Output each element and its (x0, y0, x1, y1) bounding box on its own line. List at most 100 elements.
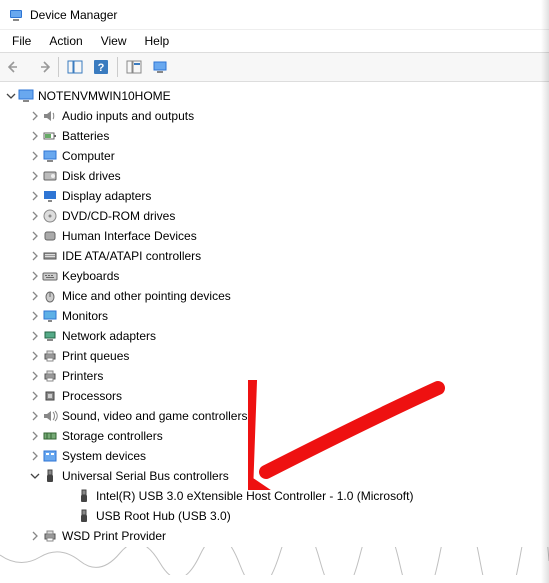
tree-node-label: WSD Print Provider (62, 529, 174, 543)
tree-category-node[interactable]: Display adapters (0, 186, 549, 206)
tree-category-node[interactable]: Printers (0, 366, 549, 386)
expander-icon[interactable] (28, 389, 42, 403)
tree-category-node[interactable]: Print queues (0, 346, 549, 366)
tree-device-node[interactable]: USB Root Hub (USB 3.0) (0, 506, 549, 526)
tree-category-node[interactable]: Monitors (0, 306, 549, 326)
menu-action[interactable]: Action (41, 32, 90, 50)
expander-icon[interactable] (28, 469, 42, 483)
expander-icon[interactable] (28, 349, 42, 363)
usb-icon (76, 508, 92, 524)
expander-icon[interactable] (28, 169, 42, 183)
tree-node-label: Storage controllers (62, 429, 171, 443)
tree-node-label: Human Interface Devices (62, 229, 205, 243)
ide-icon (42, 248, 58, 264)
usb-icon (42, 468, 58, 484)
tree-category-node[interactable]: Batteries (0, 126, 549, 146)
tree-category-node[interactable]: Processors (0, 386, 549, 406)
menu-help[interactable]: Help (137, 32, 178, 50)
tree-category-node[interactable]: Keyboards (0, 266, 549, 286)
tree-category-node[interactable]: Universal Serial Bus controllers (0, 466, 549, 486)
expander-icon[interactable] (28, 529, 42, 543)
tree-category-node[interactable]: Audio inputs and outputs (0, 106, 549, 126)
menubar: File Action View Help (0, 30, 549, 52)
display-icon (42, 188, 58, 204)
expander-icon[interactable] (28, 229, 42, 243)
expander-icon[interactable] (28, 189, 42, 203)
expander-icon[interactable] (28, 149, 42, 163)
expander-icon[interactable] (28, 109, 42, 123)
tree-category-node[interactable]: Network adapters (0, 326, 549, 346)
computer-icon (42, 148, 58, 164)
expander-icon[interactable] (28, 309, 42, 323)
tree-category-node[interactable]: Storage controllers (0, 426, 549, 446)
speaker-icon (42, 108, 58, 124)
tree-category-node[interactable]: Mice and other pointing devices (0, 286, 549, 306)
expander-icon[interactable] (28, 449, 42, 463)
expander-icon[interactable] (28, 129, 42, 143)
scan-hardware-button[interactable] (122, 55, 146, 79)
tree-category-node[interactable]: WSD Print Provider (0, 526, 549, 546)
printer-icon (42, 368, 58, 384)
battery-icon (42, 128, 58, 144)
show-hide-tree-button[interactable] (63, 55, 87, 79)
tree-node-label: System devices (62, 449, 154, 463)
forward-button[interactable] (30, 55, 54, 79)
cpu-icon (42, 388, 58, 404)
torn-edge (0, 547, 549, 575)
tree-node-label: Intel(R) USB 3.0 eXtensible Host Control… (96, 489, 421, 503)
window-title: Device Manager (30, 8, 117, 22)
expander-icon[interactable] (62, 489, 76, 503)
toolbar-separator (117, 57, 118, 77)
tree-category-node[interactable]: IDE ATA/ATAPI controllers (0, 246, 549, 266)
menu-file[interactable]: File (4, 32, 39, 50)
tree-node-label: Printers (62, 369, 111, 383)
tree-category-node[interactable]: Sound, video and game controllers (0, 406, 549, 426)
expander-icon[interactable] (62, 509, 76, 523)
tree-device-node[interactable]: Intel(R) USB 3.0 eXtensible Host Control… (0, 486, 549, 506)
storage-icon (42, 428, 58, 444)
mouse-icon (42, 288, 58, 304)
tree-node-label: Batteries (62, 129, 117, 143)
expander-icon[interactable] (28, 209, 42, 223)
usb-icon (76, 488, 92, 504)
titlebar: Device Manager (0, 0, 549, 30)
expander-icon[interactable] (28, 269, 42, 283)
expander-icon[interactable] (28, 409, 42, 423)
disc-icon (42, 208, 58, 224)
device-manager-window: Device Manager File Action View Help ? N… (0, 0, 549, 583)
tree-category-node[interactable]: System devices (0, 446, 549, 466)
tree-node-label: Disk drives (62, 169, 129, 183)
printqueue-icon (42, 348, 58, 364)
device-tree[interactable]: NOTENVMWIN10HOME Audio inputs and outputs… (0, 82, 549, 583)
printer-icon (42, 528, 58, 544)
disk-icon (42, 168, 58, 184)
expander-icon[interactable] (28, 249, 42, 263)
tree-node-label: IDE ATA/ATAPI controllers (62, 249, 209, 263)
tree-root-node[interactable]: NOTENVMWIN10HOME (0, 86, 549, 106)
properties-button[interactable] (148, 55, 172, 79)
tree-node-label: Print queues (62, 349, 137, 363)
expander-icon[interactable] (28, 429, 42, 443)
menu-view[interactable]: View (93, 32, 135, 50)
tree-category-node[interactable]: Disk drives (0, 166, 549, 186)
tree-category-node[interactable]: Computer (0, 146, 549, 166)
tree-node-label: Keyboards (62, 269, 127, 283)
expander-icon[interactable] (4, 89, 18, 103)
tree-category-node[interactable]: Human Interface Devices (0, 226, 549, 246)
expander-icon[interactable] (28, 369, 42, 383)
tree-node-label: NOTENVMWIN10HOME (38, 89, 179, 103)
expander-icon[interactable] (28, 289, 42, 303)
help-button[interactable]: ? (89, 55, 113, 79)
tree-node-label: Computer (62, 149, 123, 163)
toolbar: ? (0, 52, 549, 82)
expander-icon[interactable] (28, 329, 42, 343)
tree-node-label: Monitors (62, 309, 116, 323)
back-button[interactable] (4, 55, 28, 79)
tree-category-node[interactable]: DVD/CD-ROM drives (0, 206, 549, 226)
tree-node-label: Processors (62, 389, 130, 403)
sound-icon (42, 408, 58, 424)
svg-text:?: ? (98, 62, 105, 74)
hid-icon (42, 228, 58, 244)
tree-node-label: Audio inputs and outputs (62, 109, 202, 123)
app-icon (8, 7, 24, 23)
